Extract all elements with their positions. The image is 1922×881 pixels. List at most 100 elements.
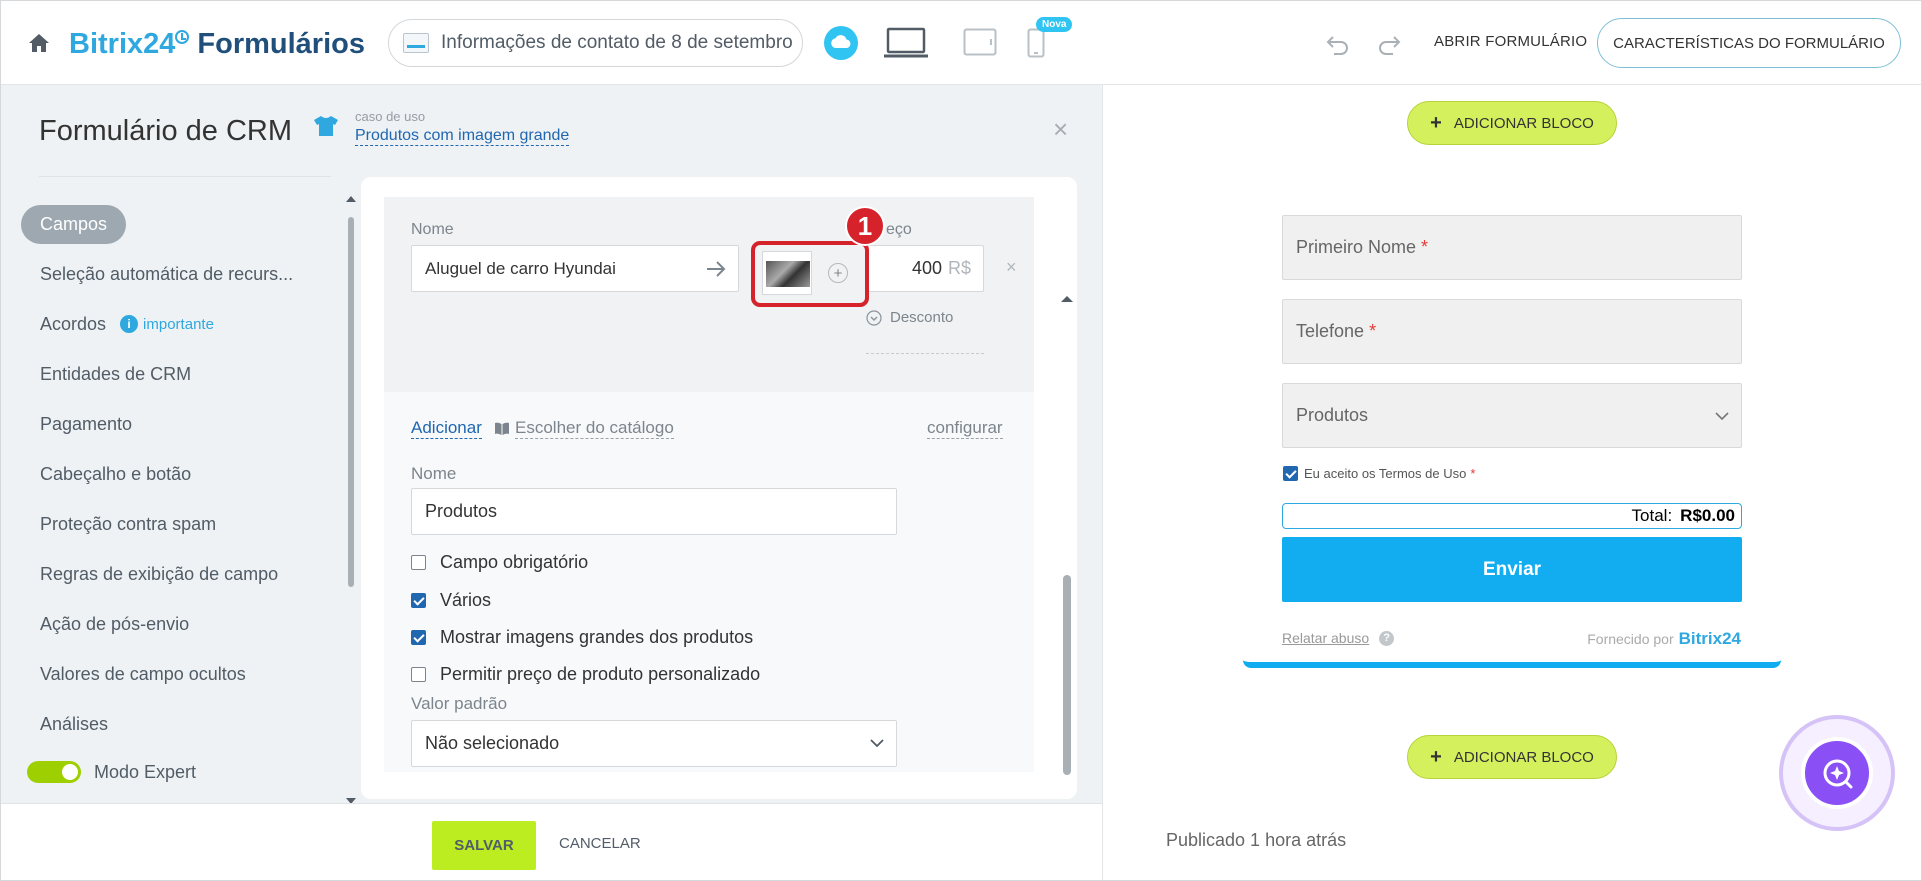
form-preview: + ADICIONAR BLOCO Primeiro Nome * Telefone… <box>1102 85 1921 880</box>
sidebar-item-display-rules[interactable]: Regras de exibição de campo <box>21 549 321 599</box>
sidebar-scrollbar[interactable] <box>346 195 356 804</box>
field-name-label: Nome <box>411 464 457 483</box>
top-bar: Bitrix24 Formulários Informações de conta… <box>1 1 1921 85</box>
scroll-up-icon[interactable] <box>346 195 356 203</box>
sidebar-item-auto-selection[interactable]: Seleção automática de recurs... <box>21 249 321 299</box>
form-bottom-border <box>1243 660 1781 668</box>
choose-catalog-link[interactable]: Escolher do catálogo <box>494 418 674 439</box>
checkbox[interactable] <box>411 667 426 682</box>
sidebar-item-crm-entities[interactable]: Entidades de CRM <box>21 349 321 399</box>
plus-icon: + <box>1430 111 1442 134</box>
checkbox-checked[interactable] <box>1283 466 1298 481</box>
annotation-badge: 1 <box>845 206 885 246</box>
product-name-input[interactable]: Aluguel de carro Hyundai <box>411 245 739 292</box>
sidebar-item-spam-protection[interactable]: Proteção contra spam <box>21 499 321 549</box>
checkbox-multiple[interactable]: Vários <box>411 590 491 611</box>
sidebar-item-payment[interactable]: Pagamento <box>21 399 321 449</box>
assistant-button[interactable] <box>1779 715 1895 831</box>
price-label: eço <box>886 221 912 238</box>
field-name-input[interactable]: Produtos <box>411 488 897 535</box>
discount-toggle[interactable]: Desconto <box>866 309 953 326</box>
total-display: Total: R$0.00 <box>1282 503 1742 529</box>
checkbox[interactable] <box>411 555 426 570</box>
checkbox-custom-price[interactable]: Permitir preço de produto personalizado <box>411 664 760 685</box>
toggle-switch[interactable] <box>27 761 81 783</box>
add-product-link[interactable]: Adicionar <box>411 418 482 439</box>
help-icon[interactable]: ? <box>1379 630 1395 646</box>
price-input[interactable]: 400 R$ <box>866 245 984 292</box>
scroll-up-icon[interactable] <box>1061 295 1073 303</box>
plus-icon: + <box>1430 745 1442 768</box>
chevron-down-icon <box>866 309 882 326</box>
cloud-icon[interactable] <box>824 26 858 60</box>
sidebar-nav: Campos Seleção automática de recurs... A… <box>21 199 321 749</box>
annotation-highlight <box>751 241 869 307</box>
close-icon[interactable]: × <box>1053 116 1068 142</box>
home-icon[interactable] <box>28 33 50 53</box>
form-selector[interactable]: Informações de contato de 8 de setembro <box>388 19 803 67</box>
sidebar-item-post-submit[interactable]: Ação de pós-envio <box>21 599 321 649</box>
checkbox-checked[interactable] <box>411 593 426 608</box>
products-select[interactable]: Produtos <box>1282 383 1742 448</box>
submit-button[interactable]: Enviar <box>1282 537 1742 602</box>
phone-field[interactable]: Telefone * <box>1282 299 1742 364</box>
sidebar-item-hidden-values[interactable]: Valores de campo ocultos <box>21 649 321 699</box>
mobile-icon[interactable] <box>1027 28 1045 58</box>
terms-checkbox[interactable]: Eu aceito os Termos de Uso * <box>1283 466 1475 481</box>
report-abuse[interactable]: Relatar abuso ? <box>1282 630 1395 646</box>
product-name-label: Nome <box>411 221 454 238</box>
sidebar-item-analytics[interactable]: Análises <box>21 699 321 749</box>
default-value-label: Valor padrão <box>411 694 508 713</box>
discount-divider <box>866 353 984 354</box>
form-features-button[interactable]: CARACTERÍSTICAS DO FORMULÁRIO <box>1597 18 1901 68</box>
card-scrollbar[interactable] <box>1061 295 1073 855</box>
configure-link[interactable]: configurar <box>927 418 1003 439</box>
tablet-icon[interactable] <box>963 28 997 56</box>
scroll-thumb[interactable] <box>1063 575 1071 775</box>
add-block-button[interactable]: + ADICIONAR BLOCO <box>1407 101 1617 145</box>
divider <box>39 176 331 177</box>
expert-mode-toggle[interactable]: Modo Expert <box>27 761 196 783</box>
checkbox-required[interactable]: Campo obrigatório <box>411 552 588 573</box>
settings-panel: Formulário de CRM caso de uso Produtos c… <box>1 85 1102 880</box>
important-badge[interactable]: i importante <box>120 315 214 333</box>
field-settings-inner: Nome Aluguel de carro Hyundai + eço 400 … <box>384 197 1034 772</box>
desktop-icon[interactable] <box>883 26 929 60</box>
clock-icon <box>175 30 190 44</box>
cancel-button[interactable]: CANCELAR <box>559 835 641 852</box>
app-window: Bitrix24 Formulários Informações de conta… <box>0 0 1922 881</box>
chevron-down-icon <box>1715 412 1729 421</box>
sidebar-item-acordos[interactable]: Acordos i importante <box>21 299 321 349</box>
open-form-link[interactable]: ABRIR FORMULÁRIO <box>1434 33 1587 50</box>
book-icon <box>495 422 509 435</box>
checkbox-large-images[interactable]: Mostrar imagens grandes dos produtos <box>411 627 753 648</box>
new-badge: Nova <box>1036 17 1073 32</box>
form-name: Informações de contato de 8 de setembro <box>441 32 793 53</box>
redo-icon[interactable] <box>1377 33 1401 55</box>
assistant-icon <box>1801 737 1873 809</box>
app-logo[interactable]: Bitrix24 Formulários <box>69 27 365 61</box>
panel-title: Formulário de CRM <box>39 115 292 147</box>
arrow-right-icon[interactable] <box>706 261 726 277</box>
undo-icon[interactable] <box>1326 33 1350 55</box>
shirt-icon <box>314 116 338 136</box>
field-settings-card: Nome Aluguel de carro Hyundai + eço 400 … <box>361 177 1077 799</box>
checkbox-checked[interactable] <box>411 630 426 645</box>
default-value-select[interactable]: Não selecionado <box>411 720 897 767</box>
use-case-label: caso de uso <box>355 109 426 124</box>
use-case-link[interactable]: Produtos com imagem grande <box>355 127 570 146</box>
add-block-button[interactable]: + ADICIONAR BLOCO <box>1407 735 1617 779</box>
remove-product-icon[interactable]: × <box>1006 257 1017 278</box>
scroll-thumb[interactable] <box>348 217 354 587</box>
chevron-down-icon <box>870 739 884 748</box>
save-button[interactable]: SALVAR <box>432 821 536 870</box>
first-name-field[interactable]: Primeiro Nome * <box>1282 215 1742 280</box>
powered-by: Fornecido por Bitrix24 <box>1587 629 1741 648</box>
form-icon <box>403 33 429 53</box>
published-status: Publicado 1 hora atrás <box>1166 830 1347 850</box>
info-icon: i <box>120 315 139 333</box>
sidebar-item-header-button[interactable]: Cabeçalho e botão <box>21 449 321 499</box>
action-bar: SALVAR CANCELAR <box>1 803 1102 880</box>
sidebar-item-campos[interactable]: Campos <box>21 199 321 249</box>
product-row-area <box>384 197 1034 392</box>
